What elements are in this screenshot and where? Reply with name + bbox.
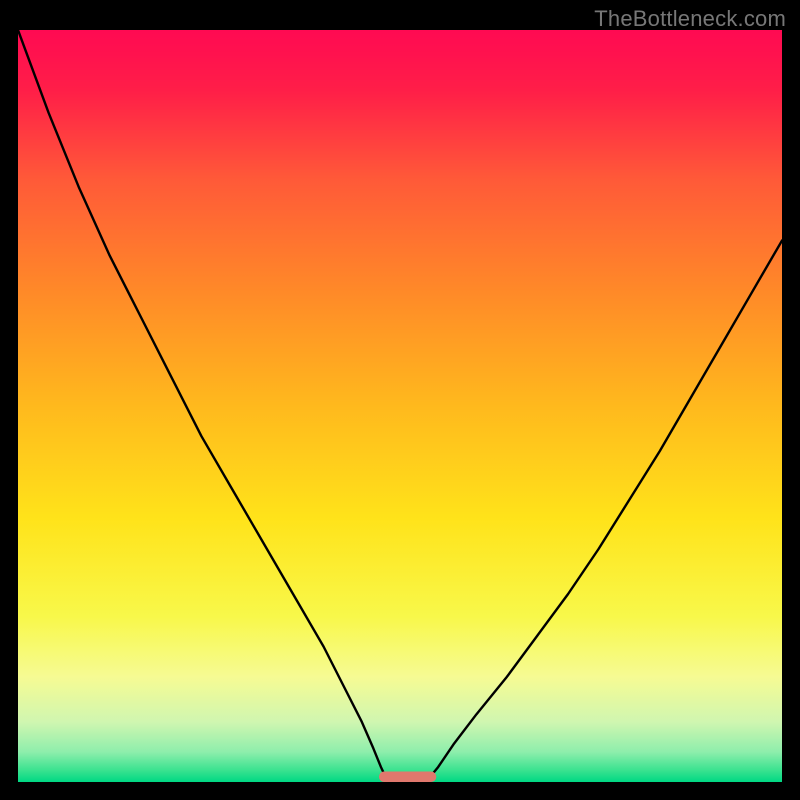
- bottleneck-chart: [18, 30, 782, 782]
- plot-area: [18, 30, 782, 782]
- gradient-background: [18, 30, 782, 782]
- watermark-label: TheBottleneck.com: [594, 6, 786, 32]
- chart-frame: TheBottleneck.com: [0, 0, 800, 800]
- marker-layer: [379, 771, 436, 782]
- bottleneck-indicator: [379, 771, 436, 782]
